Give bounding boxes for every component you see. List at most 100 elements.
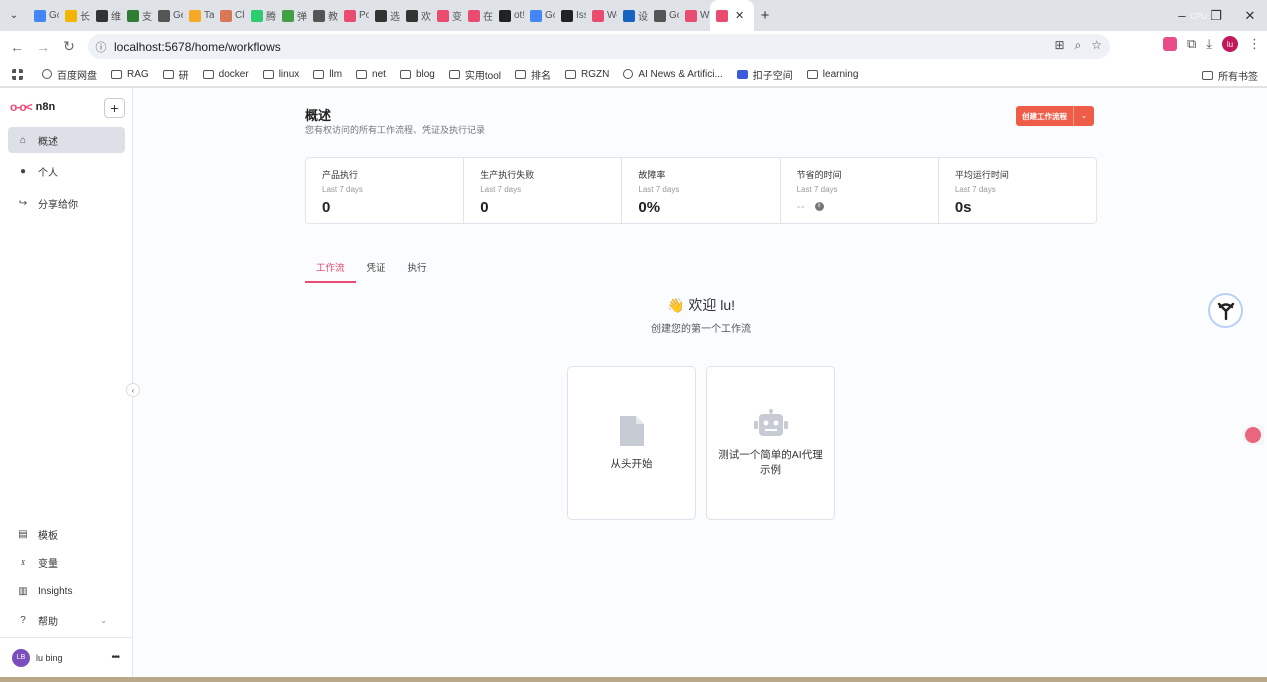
- sidebar-item-overview[interactable]: ⌂ 概述: [8, 127, 125, 153]
- new-tab-button[interactable]: +: [754, 7, 776, 24]
- folder-icon: [202, 69, 214, 79]
- bookmark-item[interactable]: 百度网盘: [42, 67, 97, 82]
- stat-failure-rate[interactable]: 故障率 Last 7 days 0%: [622, 158, 781, 223]
- sidebar-item-shared[interactable]: ↪ 分享给你: [8, 190, 125, 216]
- folder-icon: [262, 69, 274, 79]
- bookmark-item[interactable]: llm: [313, 67, 342, 82]
- browser-tab[interactable]: 设!: [617, 0, 648, 31]
- url-text[interactable]: localhost:5678/home/workflows: [114, 40, 281, 54]
- browser-tab[interactable]: Wo: [586, 0, 617, 31]
- chevron-down-icon[interactable]: ⌄: [1074, 106, 1094, 126]
- assistant-float-button[interactable]: [1208, 293, 1243, 328]
- bookmark-item[interactable]: linux: [262, 67, 299, 82]
- bookmark-label: net: [372, 68, 386, 80]
- browser-tab[interactable]: 维:: [90, 0, 121, 31]
- browser-tab[interactable]: 教!: [307, 0, 338, 31]
- stat-prod-executions[interactable]: 产品执行 Last 7 days 0: [306, 158, 465, 223]
- create-workflow-label[interactable]: 创建工作流程: [1016, 106, 1074, 126]
- apps-grid-icon[interactable]: [12, 68, 28, 80]
- back-icon[interactable]: ←: [4, 39, 30, 55]
- stat-time-saved[interactable]: 节省的时间 Last 7 days -- i: [781, 158, 939, 223]
- browser-tab[interactable]: Iss: [555, 0, 586, 31]
- stat-label: 产品执行: [322, 170, 359, 180]
- tab-favicon-icon: [685, 9, 697, 22]
- stat-label: 故障率: [638, 170, 666, 180]
- translate-icon[interactable]: ⊞: [1054, 38, 1064, 53]
- browser-tab[interactable]: W: [679, 0, 710, 31]
- n8n-logo[interactable]: o-o< n8n: [10, 100, 55, 114]
- browser-tab[interactable]: 变!: [431, 0, 462, 31]
- browser-tab[interactable]: 长!: [59, 0, 90, 31]
- browser-tab[interactable]: Po: [338, 0, 369, 31]
- translate-float-button[interactable]: [1242, 425, 1264, 445]
- close-tab-icon[interactable]: ✕: [735, 9, 744, 22]
- browser-tab[interactable]: 支!: [121, 0, 152, 31]
- sidebar-item-templates[interactable]: ▤ 模板: [8, 521, 125, 547]
- sidebar-item-insights[interactable]: ▥ Insights: [8, 578, 125, 604]
- browser-tab[interactable]: 腾!: [245, 0, 276, 31]
- bookmark-item[interactable]: 研: [162, 67, 189, 82]
- bookmark-label: 研: [178, 70, 189, 82]
- browser-tab[interactable]: 在!: [462, 0, 493, 31]
- n8n-app: o-o< n8n + ⌂ 概述 ● 个人 ↪ 分享给你 ▤ 模板 𝔵 变量 ▥ …: [0, 88, 1267, 677]
- browser-tab[interactable]: ot!: [493, 0, 524, 31]
- tab-favicon-icon: [158, 9, 170, 22]
- sidebar-item-personal[interactable]: ● 个人: [8, 158, 125, 184]
- browser-tab-active[interactable]: ✕: [710, 0, 754, 31]
- user-menu[interactable]: LB lu bing •••: [0, 637, 133, 677]
- all-bookmarks[interactable]: 所有书签: [1202, 68, 1258, 83]
- browser-tab[interactable]: 选!: [369, 0, 400, 31]
- bookmark-item[interactable]: docker: [202, 67, 249, 82]
- browser-tab[interactable]: Ge: [152, 0, 183, 31]
- download-icon[interactable]: ⤓: [1206, 36, 1212, 52]
- tab-favicon-icon: [437, 9, 449, 22]
- bookmark-star-icon[interactable]: ☆: [1091, 38, 1102, 53]
- profile-avatar[interactable]: lu: [1222, 36, 1238, 52]
- browser-tab[interactable]: Cla: [214, 0, 245, 31]
- stat-period: Last 7 days: [954, 185, 996, 194]
- tab-search-chevron-icon[interactable]: ⌄: [0, 0, 28, 31]
- sidebar-item-label: 帮助: [38, 616, 58, 628]
- stat-avg-runtime[interactable]: 平均运行时间 Last 7 days 0s: [939, 158, 1096, 223]
- browser-menu-icon[interactable]: ⋮: [1248, 36, 1261, 52]
- extensions-puzzle-icon[interactable]: ⧉: [1187, 36, 1196, 52]
- bookmark-item[interactable]: 实用tool: [448, 67, 501, 82]
- bookmark-item[interactable]: learning: [806, 67, 858, 82]
- sidebar-item-help[interactable]: ? 帮助 ⌄: [8, 607, 125, 633]
- bookmark-item[interactable]: RGZN: [564, 67, 609, 82]
- close-window-icon[interactable]: ✕: [1233, 8, 1267, 24]
- bookmark-item[interactable]: 扣子空间: [736, 67, 793, 82]
- sidebar-item-variables[interactable]: 𝔵 变量: [8, 549, 125, 575]
- forward-icon[interactable]: →: [30, 39, 56, 55]
- tab-executions[interactable]: 执行: [397, 258, 438, 283]
- extension-icon[interactable]: [1162, 37, 1177, 51]
- zoom-icon[interactable]: ⌕: [1075, 38, 1082, 53]
- start-from-scratch-card[interactable]: 从头开始: [567, 366, 696, 520]
- tab-workflows[interactable]: 工作流: [305, 258, 356, 283]
- browser-tab[interactable]: 弹!: [276, 0, 307, 31]
- browser-tab[interactable]: Go: [28, 0, 59, 31]
- tab-credentials[interactable]: 凭证: [356, 258, 397, 283]
- bookmark-item[interactable]: AI News & Artifici...: [623, 67, 723, 82]
- site-info-icon[interactable]: ⓘ: [88, 39, 114, 55]
- bookmark-item[interactable]: 排名: [514, 67, 551, 82]
- more-options-icon[interactable]: •••: [111, 652, 119, 663]
- tab-favicon-icon: [65, 9, 77, 22]
- bookmark-label: blog: [415, 68, 435, 80]
- browser-tab[interactable]: 欢!: [400, 0, 431, 31]
- info-icon[interactable]: i: [814, 201, 824, 211]
- bookmark-item[interactable]: net: [356, 67, 386, 82]
- reload-icon[interactable]: ↻: [56, 38, 82, 55]
- create-plus-button[interactable]: +: [104, 98, 125, 118]
- browser-tab[interactable]: Tai: [183, 0, 214, 31]
- stat-failed-executions[interactable]: 生产执行失败 Last 7 days 0: [464, 158, 623, 223]
- browser-tab[interactable]: Go: [524, 0, 555, 31]
- create-workflow-button[interactable]: 创建工作流程 ⌄: [1016, 106, 1094, 126]
- address-bar[interactable]: ⓘ localhost:5678/home/workflows ⊞ ⌕ ☆: [88, 34, 1110, 59]
- variable-icon: 𝔵: [20, 556, 26, 568]
- browser-tab[interactable]: Go: [648, 0, 679, 31]
- collapse-sidebar-button[interactable]: ‹: [126, 383, 140, 397]
- bookmark-item[interactable]: RAG: [111, 67, 149, 82]
- bookmark-item[interactable]: blog: [399, 67, 435, 82]
- ai-agent-example-card[interactable]: 测试一个简单的AI代理示例: [706, 366, 835, 520]
